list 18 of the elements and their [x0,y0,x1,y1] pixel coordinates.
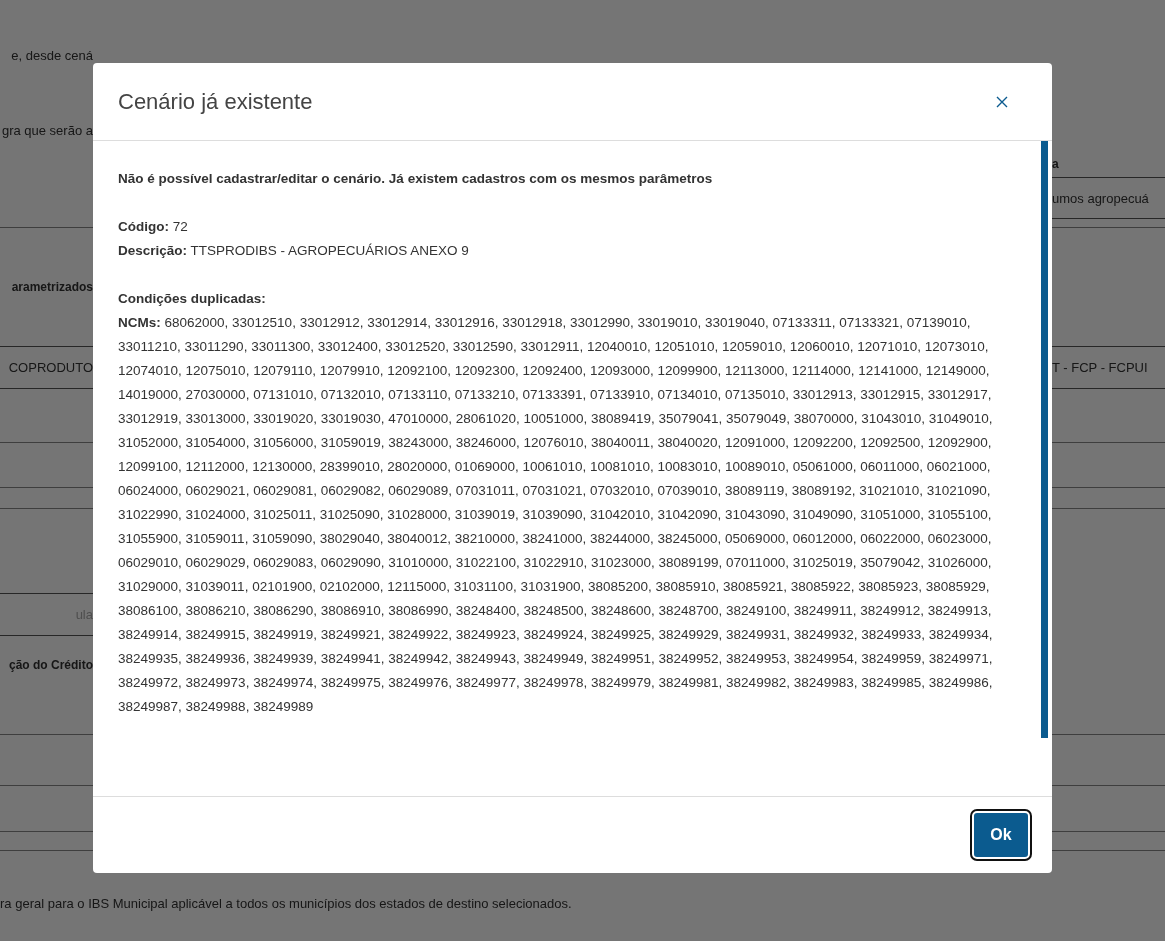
intro-text: e, desde cená [11,47,93,63]
field-value[interactable]: umos agropecuá [1052,190,1149,206]
ok-button[interactable]: Ok [972,811,1030,859]
rule-text: gra que serão a [1,122,93,138]
duplicates-title: Condições duplicadas: [118,290,267,308]
column-header: a [1052,156,1059,171]
code-text: Código: 72 [118,219,188,234]
dialog-title: Cenário já existente [118,88,313,115]
section-label: arametrizados [11,280,93,294]
footer-note: ra geral para o IBS Municipal aplicável a todos os municípios dos estados de destino selecionados. [0,896,572,911]
ncm-list: NCMs: 68062000, 33012510, 33012912, 33012914, 33012916, 33012918, 33012990, 33019010, 33019040, 07133311, 07133321, 07139010, 33011210, 33011290, 33011300, 33012400, 33012520, 33012590, 33012911, 12040010, 12051010, 12059010, 12060010, 12071010, 12073010, 12074010, 12075010, 12079110, 12079910, 12092100, 12092300, 12092400, 12093000, 12099900, 12113000, 12114000, 12141000, 12149000, 14019000, 27030000, 07131010, 07132010, 07133110, 07133210, 07133391, 07133910, 07134010, 07135010, 33012913, 33012915, 33012917, 33012919, 33013000, 33019020, 33019030, 47010000, 28061020, 10051000, 38089419, 35079041, 35079049, 38070000, 31043010, 31049010, 31052000, 31054000, 31056000, 31059019, 38243000, 38246000, 12076010, 38040011, 38040020, 12091000, 12092200, 12092500, 12092900, 12099100, 12112000, 12130000, 28399010, 28020000, 01069000, 10061010, 10081010, 10083010, 10089010, 05061000, 06011000, 06021000, 06024000, 06029021, 06029081, 06029082, 06029089, 07031011, 07031021, 07032010, 07039010, 38089119, 38089192, 31021010, 31021090, 31022990, 31024000, 31025011, 31025090, 31028000, 31039019, 31039090, 31042010, 31042090, 31043090, 31049090, 31051000, 31055100, 31055900, 31059011, 31059090, 38029040, 38040012, 38210000, 38241000, 38244000, 38245000, 05069000, 06012000, 06022000, 06023000, 06029010, 06029029, 06029083, 06029090, 31010000, 31022100, 31022910, 31023000, 38089199, 07011000, 31025019, 35079042, 31026000, 31029000, 31039011, 02101900, 02102000, 12115000, 31031100, 31031900, 38085200, 38085910, 38085921, 38085922, 38085923, 38085929, 38086100, 38086210, 38086290, 38086910, 38086990, 38248400, 38248500, 38248600, 38248700, 38249100, 38249911, 38249912, 38249913, 38249914, 38249915, 38249919, 38249921, 38249922, 38249923, 38249924, 38249925, 38249929, 38249931, 38249932, 38249933, 38249934, 38249935, 38249936, 38249939, 38249941, 38249942, 38249943, 38249949, 38249951, 38249952, 38249953, 38249954, 38249959, 38249971, 38249972, 38249973, 38249974, 38249975, 38249976, 38249977, 38249978, 38249979, 38249981, 38249982, 38249983, 38249985, 38249986, 38249987, 38249988, 38249989 [118,315,993,714]
section-title: ção do Crédito [9,658,93,672]
error-message: Não é possível cadastrar/editar o cenário. Já existem cadastros com os mesmos parâmetros [118,170,714,188]
description-text: Descrição: TTSPRODIBS - AGROPECUÁRIOS ANEXO 9 [118,243,469,258]
close-icon [996,95,1008,108]
row-label: COPRODUTO [8,360,93,375]
row-value: T - FCP - FCPUI [1052,360,1148,375]
scrollbar[interactable] [1041,141,1048,738]
